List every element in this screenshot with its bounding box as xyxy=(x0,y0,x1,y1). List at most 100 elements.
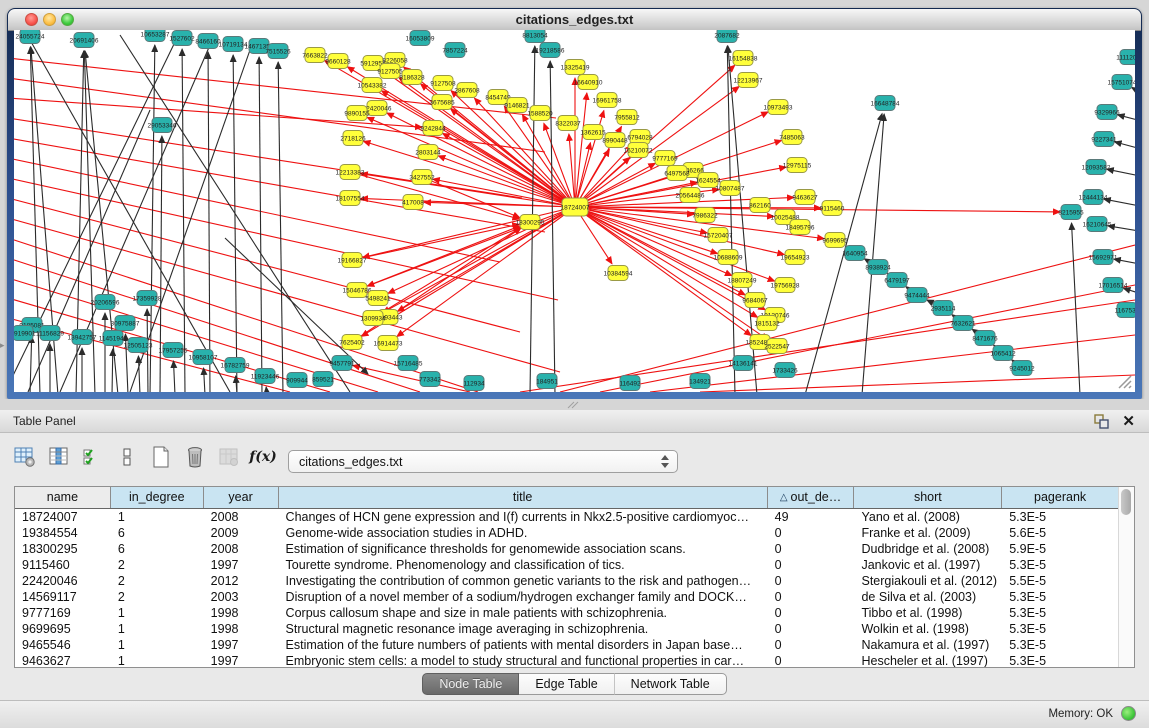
network-node[interactable]: 909944 xyxy=(286,373,308,388)
network-node[interactable]: 7857224 xyxy=(442,43,468,58)
network-node[interactable]: 10688609 xyxy=(714,250,743,265)
network-node[interactable]: 8215955 xyxy=(1058,205,1084,220)
network-node[interactable]: 11112045 xyxy=(1116,50,1135,65)
network-node[interactable]: 7986322 xyxy=(692,208,718,223)
column-header-year[interactable]: year xyxy=(204,487,279,508)
network-node[interactable]: 16210072 xyxy=(624,143,653,158)
network-node[interactable]: 16053809 xyxy=(406,31,435,46)
network-node[interactable]: 17016514 xyxy=(1099,278,1128,293)
network-node[interactable]: 10384594 xyxy=(604,266,633,281)
network-node[interactable]: 1640954 xyxy=(842,246,868,261)
network-node[interactable]: 17359928 xyxy=(133,291,162,306)
network-node[interactable]: 8466160 xyxy=(195,34,221,49)
network-node[interactable]: 10719134 xyxy=(219,37,248,52)
network-node[interactable]: 6497568 xyxy=(664,166,690,181)
network-node[interactable]: 9890155 xyxy=(344,106,370,121)
tab-edge-table[interactable]: Edge Table xyxy=(519,673,614,695)
network-node[interactable]: 1588520 xyxy=(527,106,553,121)
network-node[interactable]: 19654923 xyxy=(781,250,810,265)
network-node[interactable]: 15720407 xyxy=(704,228,733,243)
network-node[interactable]: 20564486 xyxy=(676,188,705,203)
network-node[interactable]: 19166827 xyxy=(338,253,367,268)
network-node[interactable]: 18495796 xyxy=(786,220,815,235)
network-node[interactable]: 24055724 xyxy=(16,30,45,44)
column-header-in_degree[interactable]: in_degree xyxy=(111,487,204,508)
table-row[interactable]: 911546021997Tourette syndrome. Phenomeno… xyxy=(15,557,1119,573)
network-node[interactable]: 9660128 xyxy=(325,54,351,69)
float-panel-icon[interactable] xyxy=(1094,414,1109,429)
column-header-pagerank[interactable]: pagerank xyxy=(1002,487,1119,508)
memory-ok-indicator[interactable] xyxy=(1121,706,1136,721)
network-node[interactable]: 1815132 xyxy=(754,316,780,331)
network-node[interactable]: 16210645 xyxy=(1083,217,1112,232)
column-header-name[interactable]: name xyxy=(15,487,111,508)
network-node[interactable]: 13942757 xyxy=(68,330,97,345)
network-node[interactable]: 18107554 xyxy=(336,191,365,206)
network-node[interactable]: 12213967 xyxy=(734,73,763,88)
network-node[interactable]: 19218586 xyxy=(536,43,565,58)
network-node[interactable]: 17957255 xyxy=(159,343,188,358)
network-node[interactable]: 2522547 xyxy=(764,339,790,354)
network-node[interactable]: 3675685 xyxy=(429,95,455,110)
network-node[interactable]: 862160 xyxy=(749,198,771,213)
network-node[interactable]: 10973493 xyxy=(764,100,793,115)
network-node[interactable]: 7485063 xyxy=(779,130,805,145)
network-node[interactable]: 2718126 xyxy=(340,131,366,146)
network-node[interactable]: 7625402 xyxy=(339,335,365,350)
table-row[interactable]: 946554611997Estimation of the future num… xyxy=(15,637,1119,653)
network-node[interactable]: 16648784 xyxy=(871,96,900,111)
network-node[interactable]: 1527602 xyxy=(169,31,195,46)
network-node[interactable]: 9699695 xyxy=(822,233,848,248)
network-node[interactable]: 7632621 xyxy=(950,316,976,331)
network-window-titlebar[interactable]: citations_edges.txt xyxy=(8,9,1141,31)
network-node[interactable]: 5498241 xyxy=(365,291,391,306)
table-row[interactable]: 977716911998Corpus callosum shape and si… xyxy=(15,605,1119,621)
network-node[interactable]: 19756928 xyxy=(771,278,800,293)
network-node[interactable]: 9245012 xyxy=(1009,361,1035,376)
select-columns-icon[interactable] xyxy=(82,446,104,468)
table-row[interactable]: 946362711997Embryonic stem cells: a mode… xyxy=(15,653,1119,667)
table-row[interactable]: 969969511998Structural magnetic resonanc… xyxy=(15,621,1119,637)
delete-table-icon[interactable] xyxy=(184,446,206,468)
table-settings-icon[interactable] xyxy=(14,446,36,468)
network-node[interactable]: 12444134 xyxy=(1079,190,1108,205)
panel-collapse-arrow[interactable]: ▸ xyxy=(0,340,5,351)
network-node[interactable]: 11156829 xyxy=(36,326,64,341)
network-node[interactable]: 12213383 xyxy=(336,165,365,180)
network-node[interactable]: 18724007 xyxy=(561,198,590,216)
network-node[interactable]: 1065412 xyxy=(990,346,1016,361)
network-node[interactable]: 6479197 xyxy=(884,273,910,288)
table-panel-titlebar[interactable]: Table Panel ✕ xyxy=(0,410,1149,433)
network-node[interactable]: 16782759 xyxy=(221,358,250,373)
network-node[interactable]: 9146821 xyxy=(504,98,530,113)
network-node[interactable]: 29053346 xyxy=(148,118,177,133)
network-node[interactable]: 184951 xyxy=(536,374,558,389)
tab-node-table[interactable]: Node Table xyxy=(422,673,519,695)
network-node[interactable]: 9329966 xyxy=(1094,105,1120,120)
table-row[interactable]: 1872400712008Changes of HCN gene express… xyxy=(15,509,1119,525)
vertical-scrollbar[interactable] xyxy=(1118,487,1134,667)
network-node[interactable]: 8990448 xyxy=(602,133,628,148)
network-node[interactable]: 9777169 xyxy=(652,151,678,166)
network-node[interactable]: 1733426 xyxy=(772,363,798,378)
network-node[interactable]: 417008 xyxy=(402,195,424,210)
show-column-icon[interactable] xyxy=(48,446,70,468)
network-node[interactable]: 134921 xyxy=(689,374,711,389)
network-node[interactable]: 13325419 xyxy=(561,60,590,75)
network-node[interactable]: 116492 xyxy=(619,376,641,391)
network-node[interactable]: 8322037 xyxy=(555,116,581,131)
tab-network-table[interactable]: Network Table xyxy=(615,673,727,695)
network-node[interactable]: 8186328 xyxy=(399,70,425,85)
network-node[interactable]: 3919901 xyxy=(14,326,36,341)
network-node[interactable]: 16154838 xyxy=(729,51,758,66)
network-node[interactable]: 7515526 xyxy=(265,44,291,59)
network-node[interactable]: 8938924 xyxy=(865,260,891,275)
network-node[interactable]: 10543382 xyxy=(358,78,387,93)
network-node[interactable]: 9115460 xyxy=(820,201,845,216)
column-header-short[interactable]: short xyxy=(854,487,1002,508)
table-row[interactable]: 1938455462009Genome-wide association stu… xyxy=(15,525,1119,541)
network-node[interactable]: 11923446 xyxy=(251,369,280,384)
network-node[interactable]: 9127508 xyxy=(430,76,456,91)
network-node[interactable]: 16961758 xyxy=(593,93,622,108)
network-node[interactable]: 2803144 xyxy=(415,145,441,160)
